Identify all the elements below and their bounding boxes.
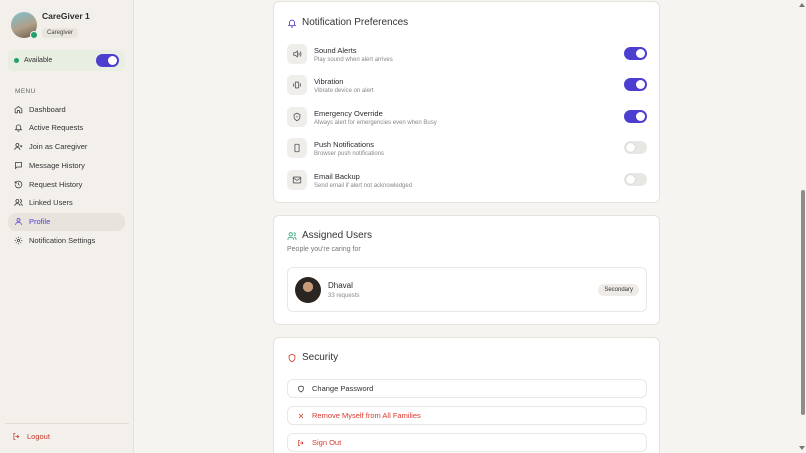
sound-alerts-toggle[interactable] <box>624 47 647 60</box>
menu-label: MENU <box>15 88 36 95</box>
pref-email-backup: Email Backup Send email if alert not ackn… <box>287 168 647 192</box>
emergency-override-toggle[interactable] <box>624 110 647 123</box>
user-profile: CareGiver 1 Caregiver <box>11 11 90 39</box>
availability-status: Available <box>8 50 125 71</box>
users-icon <box>287 231 297 240</box>
assigned-users-card: Assigned Users People you're caring for … <box>273 215 660 325</box>
pref-sound-alerts: Sound Alerts Play sound when alert arrive… <box>287 42 647 66</box>
card-title-text: Security <box>302 352 339 363</box>
security-card: Security Change Password Remove Myself f… <box>273 337 660 453</box>
sign-out-label: Sign Out <box>312 438 342 447</box>
home-icon <box>14 105 23 113</box>
pref-title: Push Notifications <box>314 139 375 149</box>
role-badge: Caregiver <box>42 28 79 38</box>
availability-toggle[interactable] <box>96 54 119 67</box>
avatar <box>11 12 38 39</box>
user-plus-icon <box>14 143 23 151</box>
shield-icon <box>287 107 307 127</box>
change-password-label: Change Password <box>312 384 374 393</box>
sidebar-item-active-requests[interactable]: Active Requests <box>8 119 125 137</box>
email-backup-toggle[interactable] <box>624 173 647 186</box>
online-indicator <box>30 31 38 39</box>
assigned-user-item[interactable]: Dhaval 33 requests Secondary <box>287 267 647 312</box>
sidebar-item-label: Profile <box>29 217 51 227</box>
history-icon <box>14 180 23 188</box>
scroll-thumb[interactable] <box>801 190 805 415</box>
sidebar-item-profile[interactable]: Profile <box>8 212 125 231</box>
card-title-text: Assigned Users <box>302 230 373 241</box>
logout-icon <box>13 433 20 440</box>
shield-icon <box>288 353 296 362</box>
status-label: Available <box>24 57 53 64</box>
sidebar-item-label: Join as Caregiver <box>29 142 88 152</box>
logout-icon <box>298 439 304 446</box>
pref-desc: Vibrate device on alert <box>314 87 374 94</box>
user-name: CareGiver 1 <box>42 11 90 21</box>
sidebar-item-label: Request History <box>29 179 83 189</box>
card-title: Notification Preferences <box>287 17 408 28</box>
assigned-user-requests: 33 requests <box>328 292 360 299</box>
sidebar-menu: Dashboard Active Requests Join as Caregi… <box>8 100 125 250</box>
mail-icon <box>287 170 307 190</box>
gear-icon <box>14 236 23 245</box>
pref-title: Email Backup <box>314 171 360 181</box>
scroll-down-arrow[interactable] <box>799 446 805 450</box>
user-icon <box>15 218 22 226</box>
sidebar-item-linked-users[interactable]: Linked Users <box>8 194 125 212</box>
sidebar-divider <box>5 423 129 424</box>
sidebar-item-request-history[interactable]: Request History <box>8 175 125 193</box>
assigned-user-name: Dhaval <box>328 280 353 290</box>
close-icon <box>298 413 304 418</box>
sidebar-item-join-caregiver[interactable]: Join as Caregiver <box>8 138 125 156</box>
pref-title: Emergency Override <box>314 108 383 118</box>
pref-title: Sound Alerts <box>314 45 357 55</box>
remove-from-families-button[interactable]: Remove Myself from All Families <box>287 406 647 425</box>
push-notifications-toggle[interactable] <box>624 141 647 154</box>
remove-label: Remove Myself from All Families <box>312 411 421 420</box>
vibration-icon <box>287 75 307 95</box>
logout-button[interactable]: Logout <box>12 432 50 441</box>
bell-icon <box>14 124 23 132</box>
sidebar-item-dashboard[interactable]: Dashboard <box>8 100 125 118</box>
users-icon <box>14 199 23 207</box>
sidebar-item-label: Dashboard <box>29 104 66 114</box>
role-badge: Secondary <box>598 283 639 296</box>
speaker-icon <box>287 44 307 64</box>
card-title: Assigned Users <box>287 230 372 241</box>
pref-push-notifications: Push Notifications Browser push notificat… <box>287 136 647 160</box>
sidebar-item-label: Linked Users <box>29 198 73 208</box>
card-title: Security <box>287 352 338 363</box>
pref-desc: Play sound when alert arrives <box>314 56 393 63</box>
pref-desc: Browser push notifications <box>314 150 385 157</box>
sidebar-item-notification-settings[interactable]: Notification Settings <box>8 232 125 250</box>
phone-icon <box>287 138 307 158</box>
shield-icon <box>298 385 304 392</box>
message-icon <box>15 162 22 170</box>
change-password-button[interactable]: Change Password <box>287 379 647 398</box>
status-dot <box>14 58 19 63</box>
pref-desc: Send email if alert not acknowledged <box>314 182 413 189</box>
card-subtitle: People you're caring for <box>287 246 361 253</box>
scrollbar[interactable] <box>798 0 806 453</box>
card-title-text: Notification Preferences <box>302 17 409 28</box>
sidebar-item-label: Message History <box>29 160 85 170</box>
pref-title: Vibration <box>314 76 344 86</box>
notification-preferences-card: Notification Preferences Sound Alerts Pla… <box>273 1 660 203</box>
sidebar: CareGiver 1 Caregiver Available MENU Das… <box>0 0 134 453</box>
vibration-toggle[interactable] <box>624 78 647 91</box>
scroll-up-arrow[interactable] <box>799 3 805 7</box>
sidebar-item-label: Active Requests <box>29 123 84 133</box>
bell-icon <box>287 19 297 28</box>
logout-label: Logout <box>27 432 50 441</box>
pref-desc: Always alert for emergencies even when B… <box>314 119 437 126</box>
pref-emergency-override: Emergency Override Always alert for emerg… <box>287 105 647 129</box>
sidebar-item-label: Notification Settings <box>29 236 96 246</box>
user-photo <box>295 276 321 303</box>
pref-vibration: Vibration Vibrate device on alert <box>287 73 647 97</box>
sign-out-button[interactable]: Sign Out <box>287 433 647 452</box>
sidebar-item-message-history[interactable]: Message History <box>8 156 125 174</box>
